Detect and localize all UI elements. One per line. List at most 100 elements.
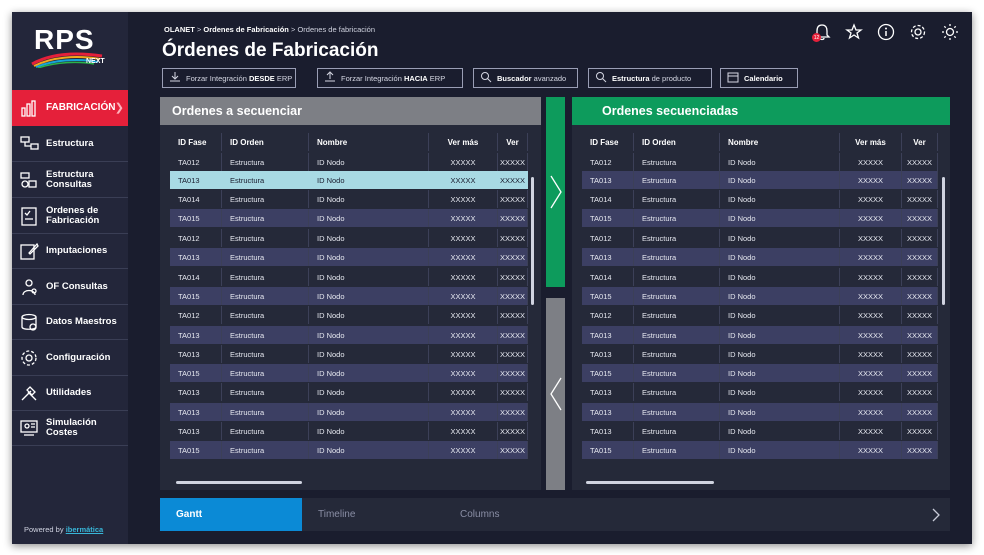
table-cell: XXXXX [429, 403, 498, 421]
sun-icon[interactable] [940, 22, 960, 42]
table-row[interactable]: TA012 Estructura ID Nodo XXXXX XXXXX [170, 306, 528, 324]
left-vertical-scrollbar[interactable] [531, 177, 534, 305]
table-row[interactable]: TA013 Estructura ID Nodo XXXXX XXXXX [582, 171, 938, 189]
toolbar-button-calendario[interactable]: Calendario [720, 68, 798, 88]
table-row[interactable]: TA015 Estructura ID Nodo XXXXX XXXXX [582, 287, 938, 305]
table-cell: XXXXX [498, 326, 528, 344]
table-row[interactable]: TA015 Estructura ID Nodo XXXXX XXXXX [170, 287, 528, 305]
table-cell: TA012 [170, 229, 222, 247]
table-cell: XXXXX [840, 287, 902, 305]
toolbar-button-buscador[interactable]: Buscador avanzado [473, 68, 578, 88]
brand-link[interactable]: ibermática [66, 525, 104, 534]
logo-subtitle: NEXT [86, 58, 105, 65]
table-row[interactable]: TA015 Estructura ID Nodo XXXXX XXXXX [170, 441, 528, 459]
table-row[interactable]: TA013 Estructura ID Nodo XXXXX XXXXX [582, 326, 938, 344]
table-cell: XXXXX [840, 248, 902, 266]
table-row[interactable]: TA015 Estructura ID Nodo XXXXX XXXXX [170, 364, 528, 382]
tabs-next-button[interactable] [930, 507, 942, 528]
table-row[interactable]: TA013 Estructura ID Nodo XXXXX XXXXX [170, 403, 528, 421]
table-row[interactable]: TA013 Estructura ID Nodo XXXXX XXXXX [170, 422, 528, 440]
table-cell: Estructura [634, 345, 720, 363]
right-vertical-scrollbar[interactable] [942, 177, 945, 305]
star-icon[interactable] [844, 22, 864, 42]
table-row[interactable]: TA015 Estructura ID Nodo XXXXX XXXXX [582, 364, 938, 382]
table-row[interactable]: TA013 Estructura ID Nodo XXXXX XXXXX [170, 383, 528, 401]
table-cell: Estructura [222, 403, 309, 421]
left-horizontal-scrollbar[interactable] [176, 481, 302, 484]
table-row[interactable]: TA013 Estructura ID Nodo XXXXX XXXXX [582, 345, 938, 363]
sidebar-item-fabricación[interactable]: FABRICACIÓN ❯ [12, 90, 128, 126]
gear-icon[interactable] [908, 22, 928, 42]
table-cell: XXXXX [902, 306, 938, 324]
breadcrumb-root[interactable]: OLANET [164, 25, 195, 34]
table-row[interactable]: TA013 Estructura ID Nodo XXXXX XXXXX [170, 345, 528, 363]
table-cell: TA015 [582, 287, 634, 305]
table-cell: ID Nodo [309, 287, 429, 305]
info-icon[interactable] [876, 22, 896, 42]
column-header: ID Orden [634, 133, 720, 151]
toolbar-button-desde[interactable]: Forzar Integración DESDE ERP [162, 68, 296, 88]
table-cell: Estructura [634, 268, 720, 286]
sidebar-item-imputaciones[interactable]: Imputaciones [12, 233, 128, 269]
table-cell: TA012 [582, 306, 634, 324]
bar-chart-icon [18, 97, 40, 119]
table-row[interactable]: TA013 Estructura ID Nodo XXXXX XXXXX [582, 383, 938, 401]
table-row[interactable]: TA014 Estructura ID Nodo XXXXX XXXXX [582, 190, 938, 208]
sidebar-item-configuración[interactable]: Configuración [12, 340, 128, 376]
table-row[interactable]: TA014 Estructura ID Nodo XXXXX XXXXX [170, 268, 528, 286]
table-row[interactable]: TA013 Estructura ID Nodo XXXXX XXXXX [582, 422, 938, 440]
table-cell: Estructura [222, 248, 309, 266]
table-cell: ID Nodo [720, 326, 840, 344]
bell-icon[interactable]: 12 [812, 22, 832, 42]
table-row[interactable]: TA012 Estructura ID Nodo XXXXX XXXXX [170, 229, 528, 247]
table-cell: TA014 [170, 268, 222, 286]
table-row[interactable]: TA013 Estructura ID Nodo XXXXX XXXXX [170, 248, 528, 266]
table-row[interactable]: TA012 Estructura ID Nodo XXXXX XXXXX [582, 229, 938, 247]
table-row[interactable]: TA015 Estructura ID Nodo XXXXX XXXXX [170, 209, 528, 227]
table-row[interactable]: TA012 Estructura ID Nodo XXXXX XXXXX [170, 153, 528, 171]
sidebar-item-utilidades[interactable]: Utilidades [12, 375, 128, 411]
toolbar-button-label: Buscador avanzado [497, 73, 567, 83]
table-row[interactable]: TA013 Estructura ID Nodo XXXXX XXXXX [170, 171, 528, 189]
table-row[interactable]: TA014 Estructura ID Nodo XXXXX XXXXX [582, 268, 938, 286]
sidebar-item-of-consultas[interactable]: OF Consultas [12, 269, 128, 305]
table-cell: ID Nodo [720, 422, 840, 440]
right-panel-title: Ordenes secuenciadas [572, 97, 950, 125]
table-cell: ID Nodo [309, 268, 429, 286]
table-cell: XXXXX [429, 345, 498, 363]
table-row[interactable]: TA012 Estructura ID Nodo XXXXX XXXXX [582, 306, 938, 324]
sidebar-item-estructura-consultas[interactable]: Estructura Consultas [12, 162, 128, 198]
table-cell: XXXXX [429, 383, 498, 401]
tab-gantt[interactable]: Gantt [160, 498, 302, 531]
table-cell: Estructura [634, 403, 720, 421]
table-row[interactable]: TA014 Estructura ID Nodo XXXXX XXXXX [170, 190, 528, 208]
sidebar-item-estructura[interactable]: Estructura [12, 126, 128, 162]
toolbar-button-hacia[interactable]: Forzar Integración HACIA ERP [317, 68, 463, 88]
table-row[interactable]: TA012 Estructura ID Nodo XXXXX XXXXX [582, 153, 938, 171]
sidebar-item-ordenes-de-fabricación[interactable]: Ordenes de Fabricación [12, 198, 128, 234]
breadcrumb-section[interactable]: Ordenes de Fabricación [203, 25, 288, 34]
right-horizontal-scrollbar[interactable] [586, 481, 714, 484]
table-row[interactable]: TA013 Estructura ID Nodo XXXXX XXXXX [582, 248, 938, 266]
move-left-button[interactable] [546, 298, 565, 490]
table-row[interactable]: TA015 Estructura ID Nodo XXXXX XXXXX [582, 441, 938, 459]
table-row[interactable]: TA015 Estructura ID Nodo XXXXX XXXXX [582, 209, 938, 227]
table-cell: ID Nodo [720, 153, 840, 171]
sidebar-item-datos-maestros[interactable]: Datos Maestros [12, 304, 128, 340]
table-cell: XXXXX [902, 403, 938, 421]
tab-timeline[interactable]: Timeline [302, 498, 444, 531]
table-cell: XXXXX [429, 248, 498, 266]
chevron-right-icon: ❯ [114, 102, 124, 114]
table-row[interactable]: TA013 Estructura ID Nodo XXXXX XXXXX [170, 326, 528, 344]
table-cell: TA012 [582, 153, 634, 171]
table-cell: XXXXX [902, 209, 938, 227]
table-cell: ID Nodo [309, 383, 429, 401]
table-row[interactable]: TA013 Estructura ID Nodo XXXXX XXXXX [582, 403, 938, 421]
tab-columns[interactable]: Columns [444, 498, 586, 531]
move-right-button[interactable] [546, 97, 565, 287]
table-cell: TA013 [582, 383, 634, 401]
toolbar-button-estructura[interactable]: Estructura de producto [588, 68, 712, 88]
table-cell: Estructura [634, 383, 720, 401]
sidebar-item-simulación-costes[interactable]: Simulación Costes [12, 410, 128, 446]
table-cell: Estructura [222, 364, 309, 382]
